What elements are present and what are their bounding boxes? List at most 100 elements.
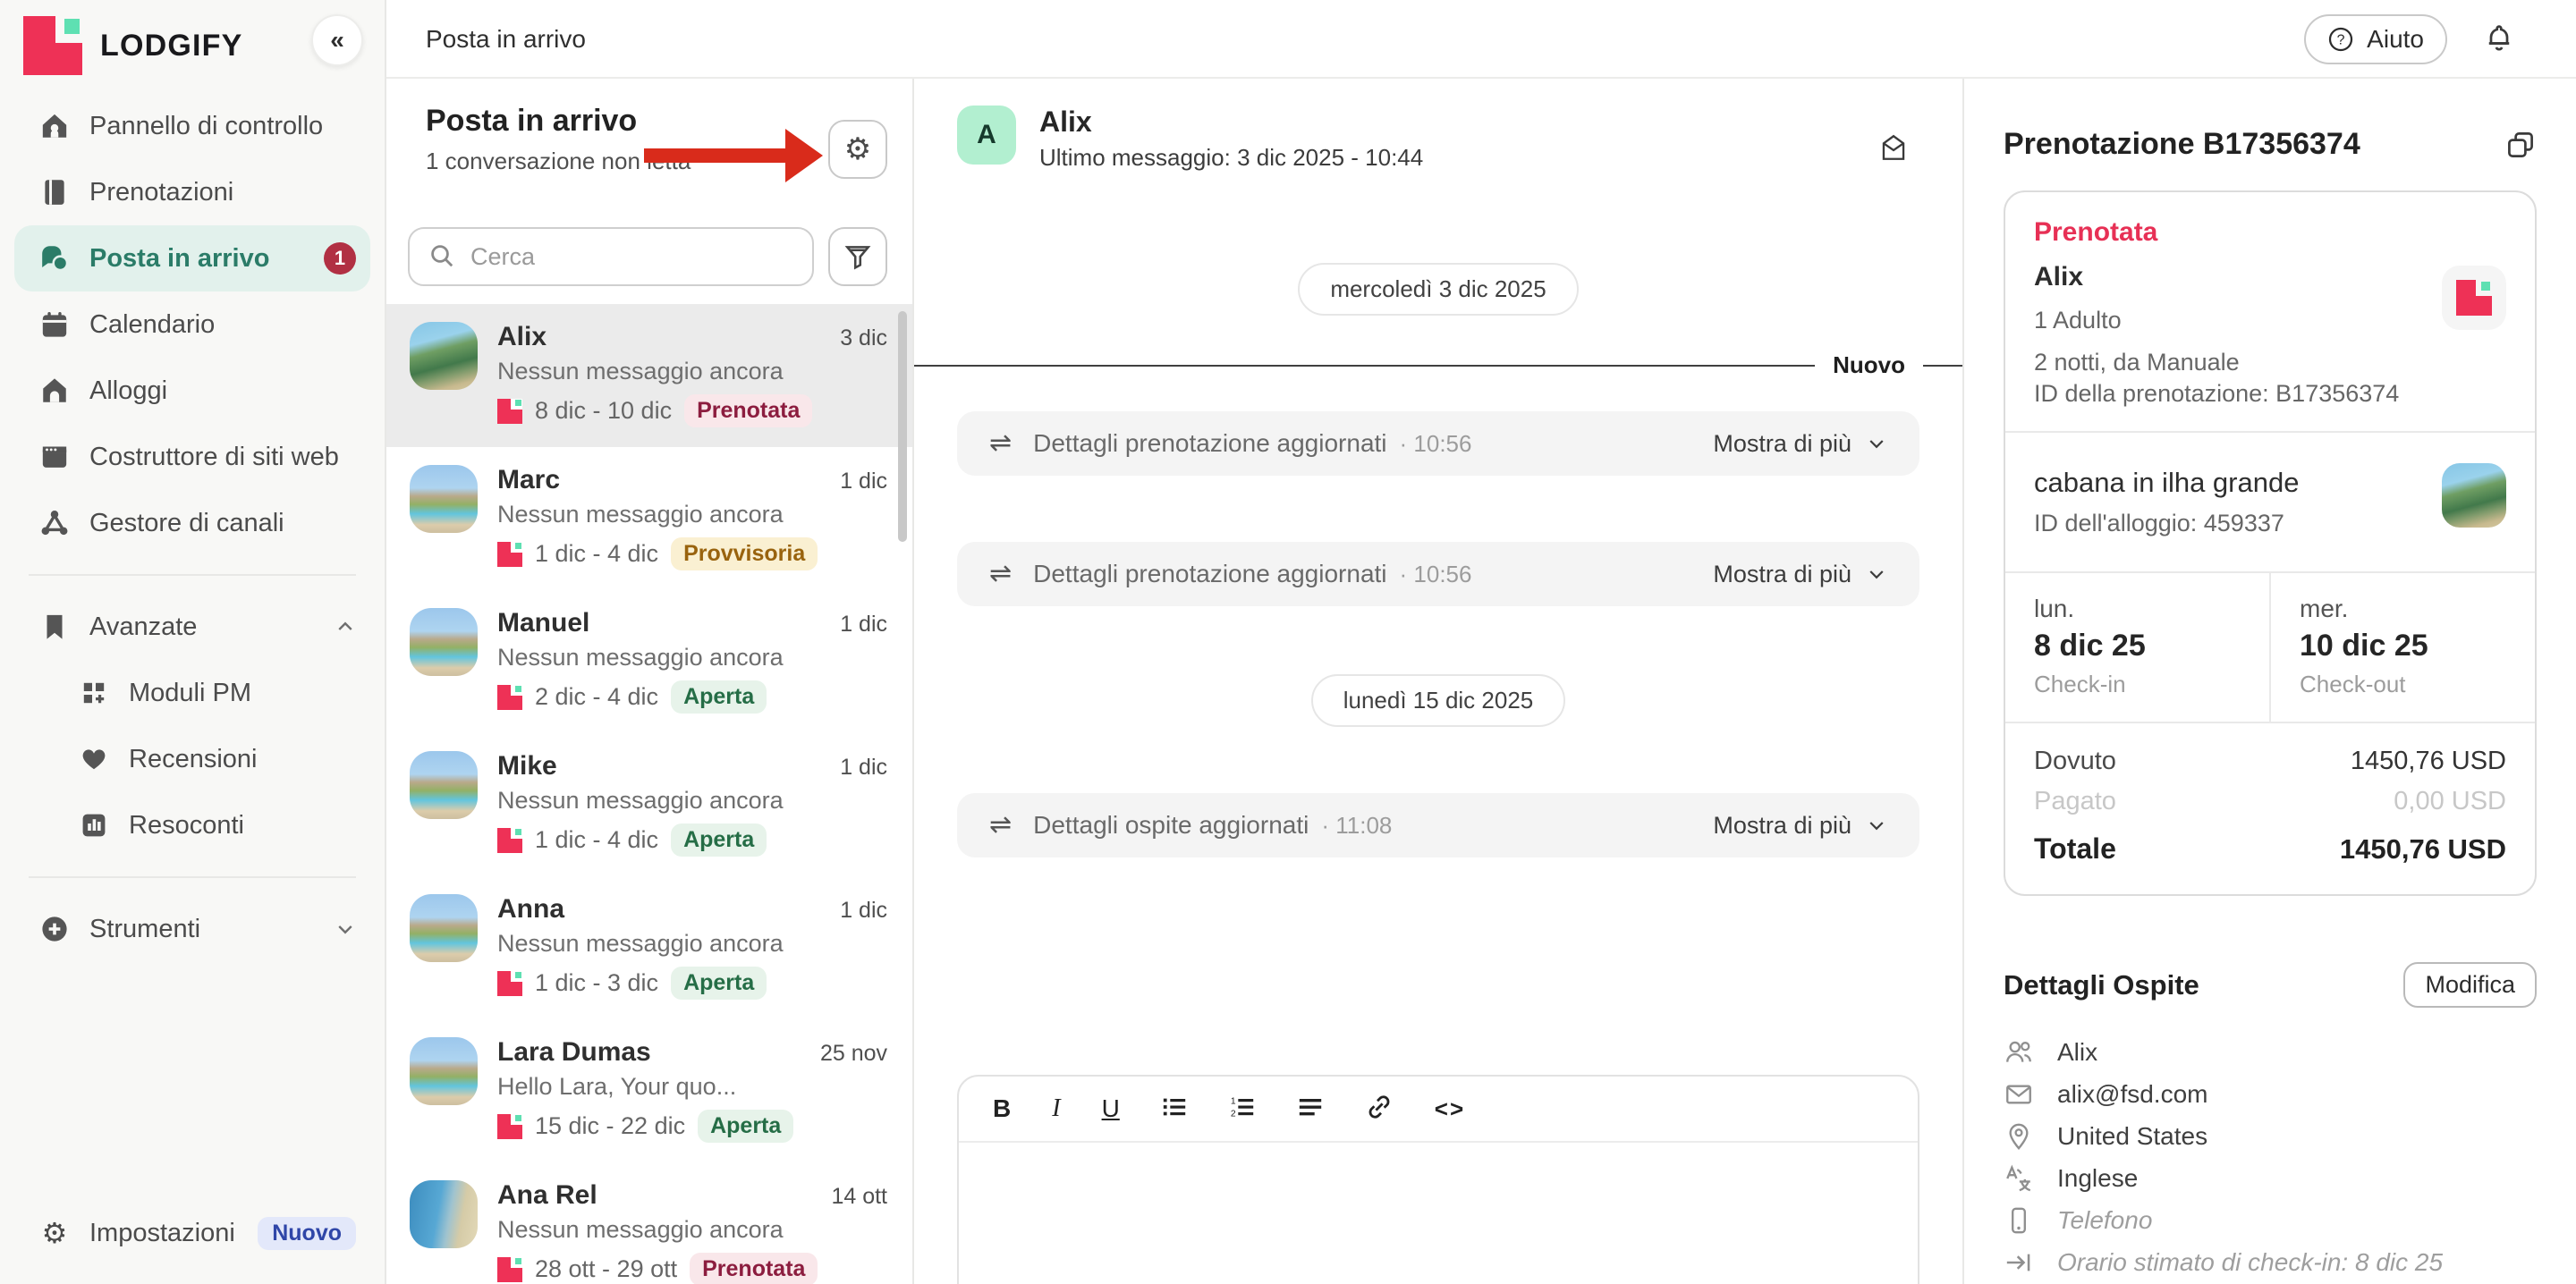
booking-guests: 1 Adulto <box>2034 307 2506 334</box>
filter-button[interactable] <box>828 227 887 286</box>
status-badge: Prenotata <box>690 1253 818 1284</box>
sidebar-item-advanced[interactable]: Avanzate <box>14 594 370 660</box>
help-label: Aiuto <box>2367 25 2424 54</box>
sidebar-item-settings[interactable]: ⚙ Impostazioni Nuovo <box>14 1200 370 1266</box>
guest-phone-row: Telefono <box>2004 1199 2537 1241</box>
guest-country-row: United States <box>2004 1115 2537 1157</box>
status-badge: Aperta <box>698 1110 793 1143</box>
conversation-preview: Hello Lara, Your quo... <box>497 1073 887 1101</box>
show-more-button[interactable]: Mostra di più <box>1713 430 1887 458</box>
sidebar-item-website-builder[interactable]: Costruttore di siti web <box>14 424 370 490</box>
event-title: Dettagli ospite aggiornati <box>1033 811 1309 840</box>
message-editor[interactable]: B I U 12 <> <box>957 1075 1919 1284</box>
mark-unread-envelope-icon[interactable] <box>1878 132 1909 170</box>
editor-toolbar: B I U 12 <> <box>959 1077 1918 1143</box>
sidebar-divider <box>29 876 356 878</box>
copy-icon[interactable] <box>2504 129 2537 161</box>
italic-button[interactable]: I <box>1052 1096 1060 1121</box>
sidebar-item-reports[interactable]: Resoconti <box>14 792 370 858</box>
notifications-bell-icon[interactable] <box>2483 23 2515 55</box>
chevron-down-icon <box>1866 563 1887 585</box>
chevron-down-icon <box>335 918 356 940</box>
conversation-item[interactable]: Anna1 dic Nessun messaggio ancora 1 dic … <box>386 876 912 1019</box>
sidebar-item-label: Pannello di controllo <box>89 112 323 141</box>
sidebar: LODGIFY « Pannello di controllo Prenotaz… <box>0 0 386 1284</box>
guest-language-row: Inglese <box>2004 1157 2537 1199</box>
lodgify-logo-icon <box>2456 280 2492 316</box>
conversation-item[interactable]: Alix3 dic Nessun messaggio ancora 8 dic … <box>386 304 912 447</box>
sidebar-item-tools[interactable]: Strumenti <box>14 896 370 962</box>
modules-grid-icon <box>79 678 109 708</box>
align-button[interactable] <box>1297 1094 1324 1125</box>
sidebar-item-calendar[interactable]: Calendario <box>14 291 370 358</box>
guest-email-row: alix@fsd.com <box>2004 1073 2537 1115</box>
lodgify-mini-logo-icon <box>497 828 522 853</box>
checkout-block: mer. 10 dic 25 Check-out <box>2269 573 2535 722</box>
sidebar-item-label: Posta in arrivo <box>89 244 269 274</box>
conversation-name: Marc <box>497 465 560 495</box>
conversation-item[interactable]: Mike1 dic Nessun messaggio ancora 1 dic … <box>386 733 912 876</box>
list-scrollbar[interactable] <box>898 311 907 542</box>
conversation-item[interactable]: Marc1 dic Nessun messaggio ancora 1 dic … <box>386 447 912 590</box>
sidebar-item-channel-manager[interactable]: Gestore di canali <box>14 490 370 556</box>
property-name: cabana in ilha grande <box>2034 467 2506 499</box>
event-list: ⇌ Dettagli prenotazione aggiornati · 10:… <box>914 411 1962 857</box>
conversation-date: 1 dic <box>840 469 887 494</box>
conversation-date: 14 ott <box>831 1184 887 1210</box>
chat-last-message: Ultimo messaggio: 3 dic 2025 - 10:44 <box>1039 144 1423 172</box>
conversation-name: Alix <box>497 322 547 352</box>
status-badge: Aperta <box>671 680 767 714</box>
sidebar-item-label: Moduli PM <box>129 679 251 708</box>
translate-icon <box>2004 1163 2034 1194</box>
conversation-thumbnail <box>410 322 478 390</box>
bold-button[interactable]: B <box>993 1096 1011 1121</box>
search-input[interactable] <box>408 227 814 286</box>
sidebar-item-label: Costruttore di siti web <box>89 443 339 472</box>
conversation-item[interactable]: Manuel1 dic Nessun messaggio ancora 2 di… <box>386 590 912 733</box>
underline-button[interactable]: U <box>1102 1096 1120 1121</box>
booking-panel: Prenotazione B17356374 Prenotata Alix 1 … <box>1964 79 2576 1284</box>
sidebar-collapse-button[interactable]: « <box>311 14 363 66</box>
bullet-list-button[interactable] <box>1161 1094 1188 1125</box>
booking-title: Prenotazione B17356374 <box>2004 127 2360 162</box>
gear-icon: ⚙ <box>844 134 871 165</box>
source-logo-tile <box>2442 266 2506 330</box>
conversation-name: Anna <box>497 894 564 925</box>
sidebar-item-reviews[interactable]: Recensioni <box>14 726 370 792</box>
sidebar-item-bookings[interactable]: Prenotazioni <box>14 159 370 225</box>
lodgify-mini-logo-icon <box>497 971 522 996</box>
conversation-item[interactable]: Lara Dumas25 nov Hello Lara, Your quo...… <box>386 1019 912 1162</box>
numbered-list-button[interactable]: 12 <box>1229 1094 1256 1125</box>
help-button[interactable]: ? Aiuto <box>2304 14 2447 64</box>
chevron-down-icon <box>1866 433 1887 454</box>
conversation-preview: Nessun messaggio ancora <box>497 501 887 528</box>
conversation-item[interactable]: Ana Rel14 ott Nessun messaggio ancora 28… <box>386 1162 912 1284</box>
property-id: ID dell'alloggio: 459337 <box>2034 510 2506 537</box>
new-feature-badge: Nuovo <box>258 1217 356 1250</box>
lodgify-logo-icon <box>23 16 82 75</box>
code-button[interactable]: <> <box>1435 1097 1465 1120</box>
sidebar-item-label: Gestore di canali <box>89 509 284 538</box>
conversation-preview: Nessun messaggio ancora <box>497 644 887 672</box>
plus-circle-icon <box>39 914 70 944</box>
link-button[interactable] <box>1365 1093 1394 1126</box>
conversation-thumbnail <box>410 608 478 676</box>
edit-guest-button[interactable]: Modifica <box>2403 962 2537 1008</box>
show-more-button[interactable]: Mostra di più <box>1713 812 1887 840</box>
funnel-icon <box>843 241 873 272</box>
event-row: ⇌ Dettagli prenotazione aggiornati · 10:… <box>957 542 1919 606</box>
conversation-thumbnail <box>410 1037 478 1105</box>
sidebar-item-label: Resoconti <box>129 811 244 841</box>
booking-status: Prenotata <box>2034 217 2506 248</box>
chat-contact-name: Alix <box>1039 106 1423 139</box>
checkout-date: 10 dic 25 <box>2300 629 2535 663</box>
show-more-button[interactable]: Mostra di più <box>1713 561 1887 588</box>
svg-text:2: 2 <box>1231 1109 1236 1119</box>
sidebar-item-inbox[interactable]: Posta in arrivo 1 <box>14 225 370 291</box>
sidebar-item-dashboard[interactable]: Pannello di controllo <box>14 93 370 159</box>
inbox-settings-button[interactable]: ⚙ <box>828 120 887 179</box>
sidebar-item-rentals[interactable]: Alloggi <box>14 358 370 424</box>
sidebar-item-pm-modules[interactable]: Moduli PM <box>14 660 370 726</box>
event-time: · 10:56 <box>1400 561 1472 588</box>
chat-header: A Alix Ultimo messaggio: 3 dic 2025 - 10… <box>914 79 1962 190</box>
